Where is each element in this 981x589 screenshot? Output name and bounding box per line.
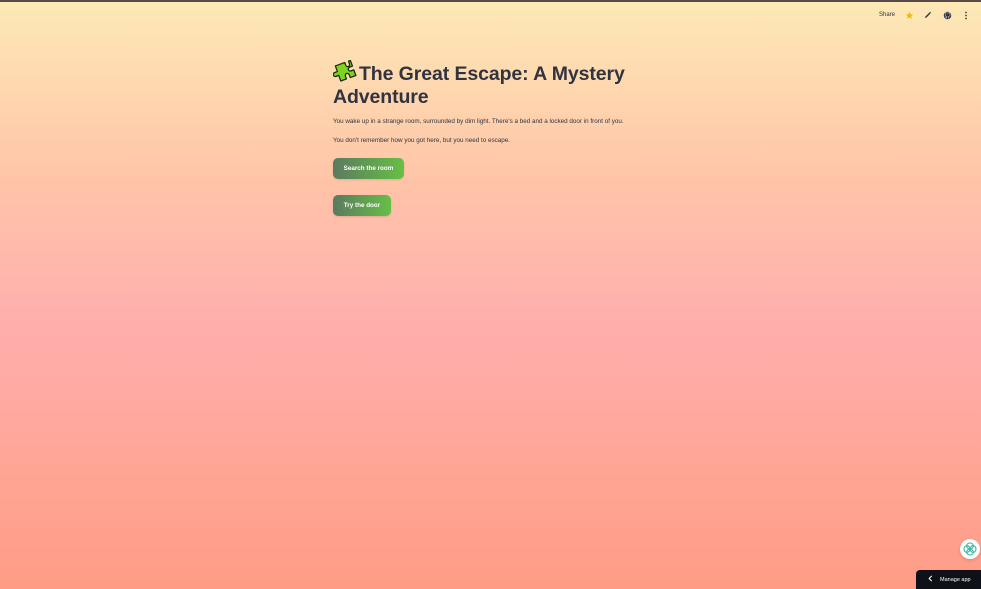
more-vertical-icon[interactable] (961, 10, 971, 20)
app-toolbar: Share (879, 9, 971, 21)
puzzle-piece-icon (332, 59, 357, 84)
top-border (0, 0, 981, 2)
page-title: The Great Escape: A Mystery Adventure (332, 59, 663, 109)
assistant-swirl-icon[interactable] (960, 539, 980, 559)
page-title-text: The Great Escape: A Mystery Adventure (333, 63, 625, 108)
manage-app-label: Manage app (940, 576, 971, 583)
manage-app-button[interactable]: Manage app (916, 570, 981, 589)
share-button[interactable]: Share (879, 12, 895, 18)
github-icon[interactable] (942, 10, 952, 20)
escape-paragraph: You don't remember how you got here, but… (333, 137, 511, 144)
chevron-left-icon (927, 575, 933, 584)
pencil-icon[interactable] (923, 10, 933, 20)
star-icon[interactable] (904, 10, 914, 20)
search-room-button[interactable]: Search the room (333, 158, 404, 179)
intro-paragraph: You wake up in a strange room, surrounde… (333, 118, 624, 125)
try-door-button[interactable]: Try the door (333, 195, 391, 216)
main-content: The Great Escape: A Mystery Adventure Yo… (332, 59, 663, 216)
